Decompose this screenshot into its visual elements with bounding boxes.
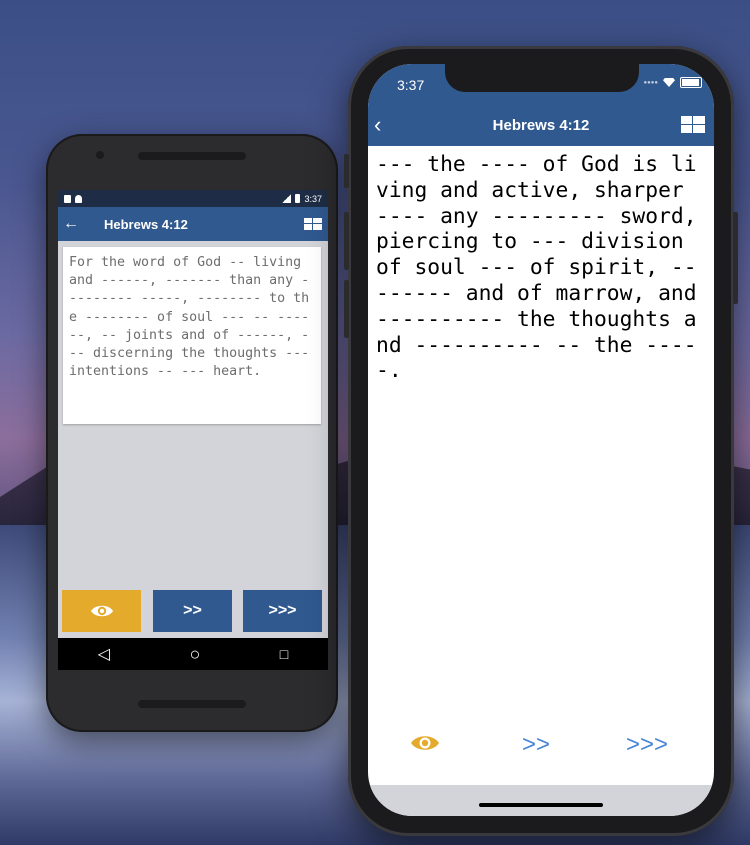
next-button[interactable]: >>: [522, 731, 550, 759]
toolbar: ← Hebrews 4:12: [58, 207, 328, 241]
reveal-button[interactable]: [410, 733, 440, 758]
page-title: Hebrews 4:12: [104, 216, 188, 232]
notch: [445, 64, 639, 92]
sd-card-icon: [64, 194, 71, 203]
control-bar: >> >>>: [368, 729, 714, 765]
signal-dots-icon: ●●●●: [643, 79, 659, 86]
page-title: Hebrews 4:12: [492, 117, 590, 134]
android-nav-bar: ◁ ○ □: [58, 638, 328, 670]
battery-icon: [295, 194, 301, 203]
bottom-speaker: [138, 700, 246, 708]
android-screen: 3:37 ← Hebrews 4:12 For the word of God …: [58, 190, 328, 670]
status-bar: 3:37: [58, 190, 328, 207]
eye-icon: [411, 736, 439, 750]
iphone-screen: 3:37 ●●●● ‹ Hebrews 4:12 --- the ---- of…: [368, 64, 714, 816]
navigation-header: 3:37 ●●●● ‹ Hebrews 4:12: [368, 64, 714, 146]
layout-toggle-icon[interactable]: [304, 218, 322, 230]
battery-icon: [680, 77, 702, 88]
skip-button[interactable]: >>>: [626, 731, 668, 759]
wifi-icon: [663, 78, 675, 87]
home-indicator[interactable]: [479, 803, 603, 807]
layout-toggle-icon[interactable]: [681, 116, 705, 133]
camera-lens: [96, 151, 104, 159]
android-phone: 3:37 ← Hebrews 4:12 For the word of God …: [46, 134, 338, 732]
status-time: 3:37: [304, 193, 322, 204]
android-robot-icon: [75, 194, 82, 203]
volume-up-button: [344, 212, 349, 270]
signal-icon: [282, 194, 292, 203]
top-speaker: [138, 152, 246, 160]
nav-home-icon[interactable]: ○: [189, 644, 200, 665]
reveal-button[interactable]: [62, 590, 141, 632]
verse-card: For the word of God -- living and ------…: [63, 247, 321, 424]
skip-button[interactable]: >>>: [243, 590, 322, 632]
status-time: 3:37: [397, 77, 425, 93]
verse-text: For the word of God -- living and ------…: [69, 255, 318, 380]
iphone: 3:37 ●●●● ‹ Hebrews 4:12 --- the ---- of…: [344, 46, 738, 836]
silent-switch: [344, 154, 349, 188]
status-icons: ●●●●: [643, 77, 702, 88]
verse-text: --- the ---- of God is living and active…: [376, 152, 710, 384]
power-button: [733, 212, 738, 304]
nav-recents-icon[interactable]: □: [280, 646, 288, 662]
home-area: [368, 785, 714, 816]
eye-icon: [90, 605, 113, 617]
back-arrow-icon[interactable]: ←: [60, 215, 82, 233]
volume-down-button: [344, 280, 349, 338]
next-button[interactable]: >>: [153, 590, 232, 632]
nav-back-icon[interactable]: ◁: [98, 644, 110, 664]
